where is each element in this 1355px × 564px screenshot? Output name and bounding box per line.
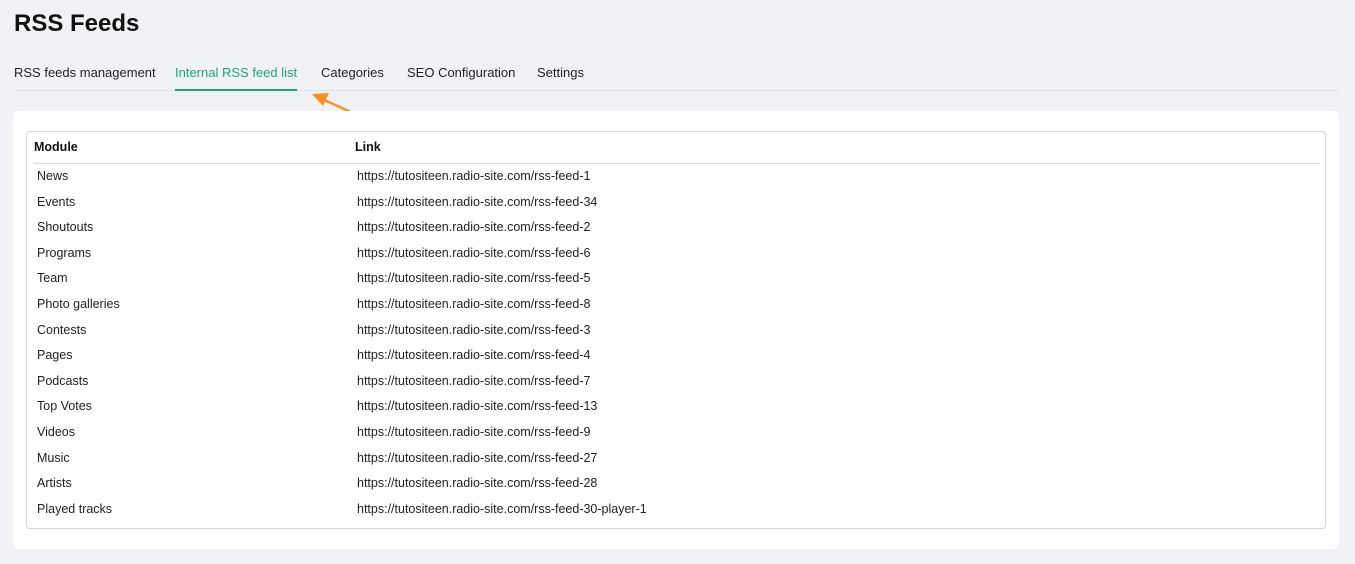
module-cell: Videos <box>37 424 75 439</box>
module-cell: Events <box>37 194 76 209</box>
link-cell[interactable]: https://tutositeen.radio-site.com/rss-fe… <box>357 164 590 189</box>
link-cell[interactable]: https://tutositeen.radio-site.com/rss-fe… <box>357 497 647 522</box>
tab-bar: RSS feeds management Internal RSS feed l… <box>14 62 1339 91</box>
table-row: Team https://tutositeen.radio-site.com/r… <box>27 266 1325 292</box>
link-cell[interactable]: https://tutositeen.radio-site.com/rss-fe… <box>357 420 590 445</box>
module-cell: Top Votes <box>37 399 92 414</box>
tab-internal-rss-feed-list[interactable]: Internal RSS feed list <box>175 62 298 91</box>
tab-seo-configuration[interactable]: SEO Configuration <box>407 62 515 91</box>
table-row: Pages https://tutositeen.radio-site.com/… <box>27 343 1325 369</box>
table-row: Videos https://tutositeen.radio-site.com… <box>27 420 1325 446</box>
column-header-link: Link <box>355 140 381 154</box>
module-cell: Programs <box>37 245 92 260</box>
rss-feed-table: Module Link News https://tutositeen.radi… <box>26 131 1326 529</box>
table-row: Shoutouts https://tutositeen.radio-site.… <box>27 215 1325 241</box>
module-cell: Team <box>37 271 68 286</box>
module-cell: Contests <box>37 322 87 337</box>
link-cell[interactable]: https://tutositeen.radio-site.com/rss-fe… <box>357 190 597 215</box>
table-row: Programs https://tutositeen.radio-site.c… <box>27 241 1325 267</box>
table-row: Events https://tutositeen.radio-site.com… <box>27 190 1325 216</box>
link-cell[interactable]: https://tutositeen.radio-site.com/rss-fe… <box>357 471 597 496</box>
link-cell[interactable]: https://tutositeen.radio-site.com/rss-fe… <box>357 215 590 240</box>
table-row: Artists https://tutositeen.radio-site.co… <box>27 471 1325 497</box>
page-title: RSS Feeds <box>14 10 140 37</box>
table-row: Contests https://tutositeen.radio-site.c… <box>27 318 1325 344</box>
table-header: Module Link <box>34 132 1320 164</box>
link-cell[interactable]: https://tutositeen.radio-site.com/rss-fe… <box>357 394 597 419</box>
module-cell: Pages <box>37 348 73 363</box>
link-cell[interactable]: https://tutositeen.radio-site.com/rss-fe… <box>357 318 590 343</box>
module-cell: Photo galleries <box>37 296 120 311</box>
module-cell: Podcasts <box>37 373 89 388</box>
module-cell: Shoutouts <box>37 220 94 235</box>
column-header-module: Module <box>34 140 78 154</box>
tab-rss-feeds-management[interactable]: RSS feeds management <box>14 62 156 91</box>
table-row: Music https://tutositeen.radio-site.com/… <box>27 446 1325 472</box>
module-cell: Played tracks <box>37 501 113 516</box>
content-card: Module Link News https://tutositeen.radi… <box>13 111 1339 549</box>
table-row: News https://tutositeen.radio-site.com/r… <box>27 164 1325 190</box>
module-cell: Artists <box>37 476 72 491</box>
link-cell[interactable]: https://tutositeen.radio-site.com/rss-fe… <box>357 292 590 317</box>
tab-settings[interactable]: Settings <box>537 62 584 91</box>
link-cell[interactable]: https://tutositeen.radio-site.com/rss-fe… <box>357 266 590 291</box>
table-row: Podcasts https://tutositeen.radio-site.c… <box>27 369 1325 395</box>
table-body: News https://tutositeen.radio-site.com/r… <box>27 164 1325 522</box>
link-cell[interactable]: https://tutositeen.radio-site.com/rss-fe… <box>357 241 590 266</box>
table-row: Top Votes https://tutositeen.radio-site.… <box>27 394 1325 420</box>
module-cell: News <box>37 169 69 183</box>
link-cell[interactable]: https://tutositeen.radio-site.com/rss-fe… <box>357 343 590 368</box>
module-cell: Music <box>37 450 70 465</box>
link-cell[interactable]: https://tutositeen.radio-site.com/rss-fe… <box>357 446 597 471</box>
table-row: Played tracks https://tutositeen.radio-s… <box>27 497 1325 523</box>
table-row: Photo galleries https://tutositeen.radio… <box>27 292 1325 318</box>
link-cell[interactable]: https://tutositeen.radio-site.com/rss-fe… <box>357 369 590 394</box>
